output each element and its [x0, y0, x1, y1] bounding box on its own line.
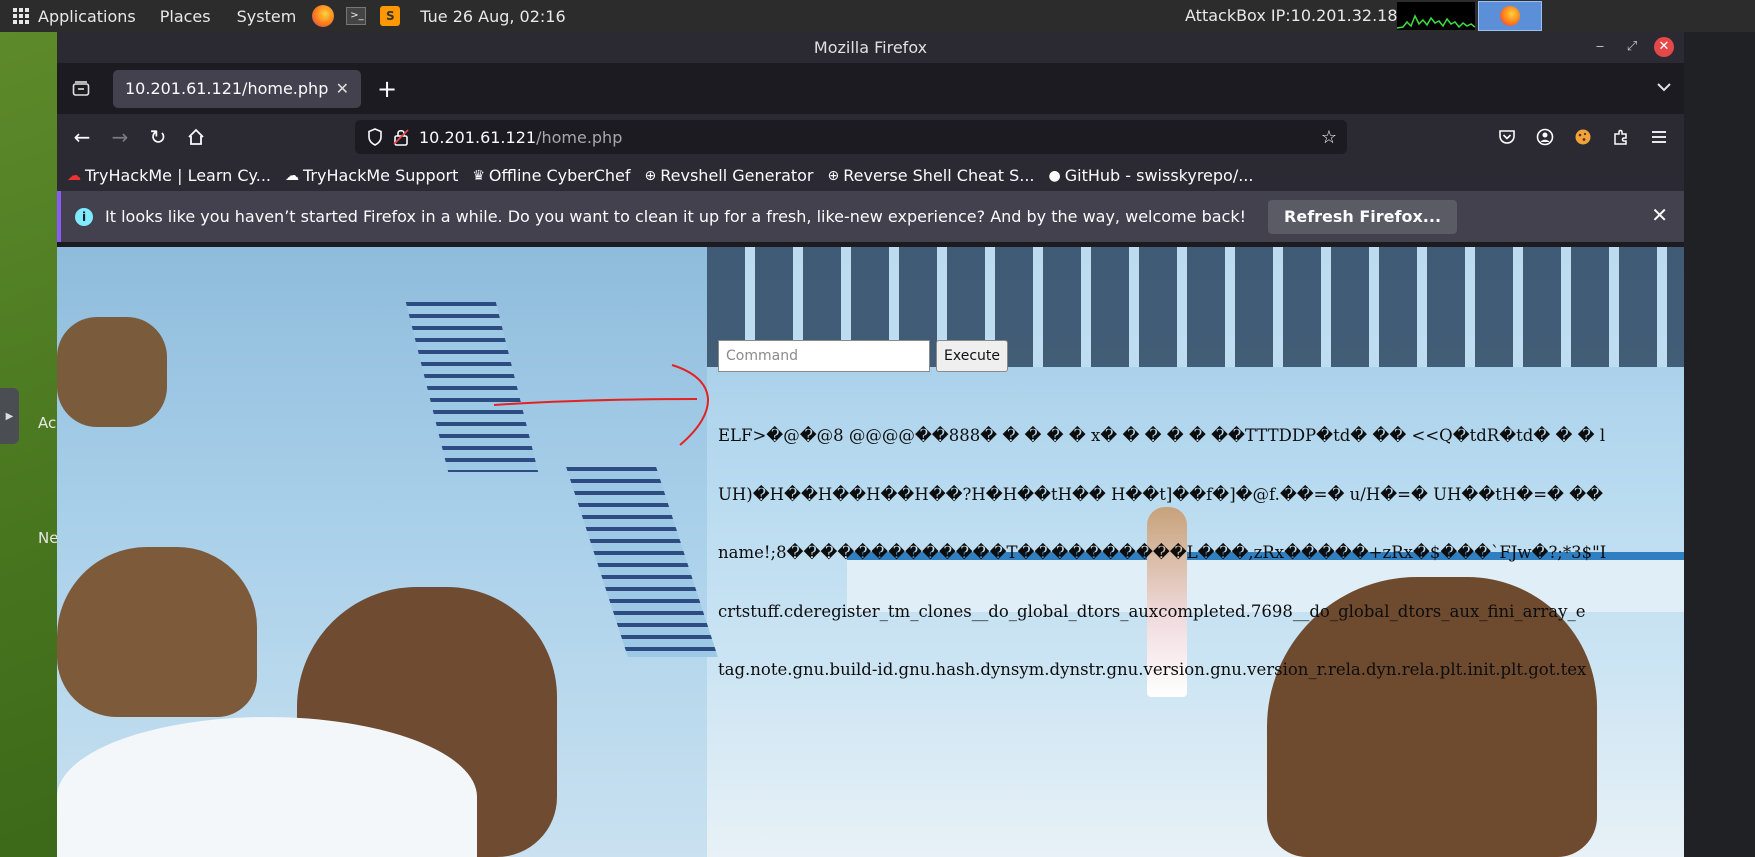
bookmark-revshell[interactable]: ⊕ Revshell Generator	[645, 166, 814, 185]
puzzle-icon	[1614, 129, 1627, 145]
arrow-right-icon: →	[111, 125, 129, 149]
reload-icon: ↻	[149, 125, 167, 149]
bookmark-label: TryHackMe Support	[303, 166, 459, 185]
desktop-icon-label: Ne	[38, 529, 59, 547]
tab-home-php[interactable]: 10.201.61.121/home.php ✕	[113, 69, 361, 108]
back-button[interactable]: ←	[63, 118, 101, 156]
new-tab-button[interactable]: +	[377, 75, 397, 103]
bookmark-tryhackme[interactable]: ☁ TryHackMe | Learn Cy...	[67, 166, 271, 185]
output-line: tag.note.gnu.build-id.gnu.hash.dynsym.dy…	[718, 660, 1587, 679]
firefox-window: Mozilla Firefox ‒ ⤢ ✕ 10.201.61.121/home…	[57, 32, 1684, 857]
pocket-button[interactable]	[1488, 118, 1526, 156]
app-grid-icon	[13, 8, 29, 24]
tab-close-icon[interactable]: ✕	[336, 79, 349, 98]
refresh-firefox-button[interactable]: Refresh Firefox...	[1268, 199, 1458, 234]
globe-icon: ⊕	[827, 167, 840, 184]
background-squirrel	[57, 547, 257, 717]
bookmark-cyberchef[interactable]: ♛ Offline CyberChef	[472, 166, 630, 185]
sublime-launcher[interactable]: S	[380, 6, 401, 26]
close-window-button[interactable]: ✕	[1654, 37, 1674, 57]
refresh-notification-bar: i It looks like you haven’t started Fire…	[57, 191, 1684, 242]
annotation-arrow-icon	[493, 364, 709, 446]
support-icon: ☁	[285, 167, 299, 184]
close-notification-icon[interactable]: ✕	[1651, 203, 1668, 227]
shield-icon[interactable]	[367, 128, 383, 146]
bookmark-github[interactable]: ● GitHub - swisskyrepo/...	[1049, 166, 1254, 185]
taskbar-firefox-button[interactable]	[1478, 1, 1542, 31]
page-content: Execute ELF>�@�@8 @@@@��888� � � � � x� …	[57, 247, 1684, 857]
system-menu[interactable]: System	[237, 7, 297, 26]
firefox-launcher[interactable]	[312, 5, 335, 27]
minimize-button[interactable]: ‒	[1590, 37, 1610, 57]
top-panel: Applications Places System >_ S Tue 26 A…	[0, 0, 1755, 32]
window-title: Mozilla Firefox	[813, 38, 928, 57]
terminal-launcher[interactable]: >_	[346, 7, 367, 25]
home-icon	[188, 128, 204, 145]
insecure-lock-icon[interactable]	[393, 128, 409, 146]
applications-menu[interactable]: Applications	[13, 7, 136, 26]
sublime-icon: S	[380, 6, 401, 26]
globe-icon: ⊕	[644, 167, 657, 184]
firefox-icon	[312, 5, 335, 27]
side-panel-handle[interactable]: ▶	[0, 388, 19, 444]
url-bar[interactable]: 10.201.61.121/home.php ☆	[355, 120, 1347, 154]
extension-cookie-button[interactable]	[1564, 118, 1602, 156]
bookmark-label: GitHub - swisskyrepo/...	[1064, 166, 1254, 185]
bookmark-label: Offline CyberChef	[488, 166, 631, 185]
command-output: ELF>�@�@8 @@@@��888� � � � � x� � � � � …	[718, 387, 1684, 719]
bookmarks-toolbar: ☁ TryHackMe | Learn Cy... ☁ TryHackMe Supp…	[57, 160, 1684, 191]
command-input[interactable]	[718, 340, 930, 372]
forward-button[interactable]: →	[101, 118, 139, 156]
applications-label: Applications	[38, 6, 136, 26]
output-line: ELF>�@�@8 @@@@��888� � � � � x� � � � � …	[718, 426, 1606, 445]
home-button[interactable]	[177, 118, 215, 156]
firefox-icon	[1500, 6, 1520, 26]
reload-button[interactable]: ↻	[139, 118, 177, 156]
account-button[interactable]	[1526, 118, 1564, 156]
bookmark-star-icon[interactable]: ☆	[1321, 127, 1337, 148]
bookmark-reverse-shell-cheat[interactable]: ⊕ Reverse Shell Cheat S...	[828, 166, 1035, 185]
thm-icon: ☁	[67, 167, 81, 184]
clock[interactable]: Tue 26 Aug, 02:16	[420, 7, 565, 26]
places-menu[interactable]: Places	[160, 7, 211, 26]
bookmark-label: TryHackMe | Learn Cy...	[85, 166, 271, 185]
cookie-icon	[1575, 129, 1591, 145]
tab-bar: 10.201.61.121/home.php ✕ +	[57, 63, 1684, 114]
network-graph-icon	[1397, 14, 1475, 29]
desktop-icon-label: Ac	[38, 414, 57, 432]
output-line: UH)�H��H��H��H��?H�H��tH�� H��t]��f�]�@f…	[718, 484, 1604, 504]
info-icon: i	[75, 207, 93, 226]
chevron-down-icon	[1657, 83, 1671, 92]
attackbox-ip: AttackBox IP:10.201.32.183	[1185, 6, 1408, 25]
background-jar	[57, 317, 167, 427]
window-titlebar[interactable]: Mozilla Firefox ‒ ⤢ ✕	[57, 32, 1684, 63]
extensions-button[interactable]	[1602, 118, 1640, 156]
tab-title: 10.201.61.121/home.php	[125, 79, 329, 98]
nav-bar: ← → ↻ 10.201.61.121/home.php ☆	[57, 114, 1684, 160]
url-path: /home.php	[536, 127, 623, 147]
desktop-right-panel	[1683, 32, 1755, 857]
bookmark-label: Reverse Shell Cheat S...	[843, 166, 1035, 185]
firefox-view-icon	[72, 80, 90, 96]
execute-button[interactable]: Execute	[936, 340, 1008, 372]
pocket-icon	[1499, 130, 1515, 144]
bookmark-label: Revshell Generator	[660, 166, 814, 185]
terminal-icon: >_	[346, 7, 367, 25]
maximize-button[interactable]: ⤢	[1622, 37, 1642, 57]
output-line: name!;8�������������T����������L���,zRx�…	[718, 543, 1607, 562]
notification-message: It looks like you haven’t started Firefo…	[105, 207, 1247, 226]
output-line: crtstuff.cderegister_tm_clones__do_globa…	[718, 601, 1586, 621]
hamburger-icon	[1652, 131, 1666, 143]
firefox-view-button[interactable]	[61, 69, 101, 109]
arrow-left-icon: ←	[73, 125, 91, 149]
github-icon: ●	[1048, 167, 1061, 184]
menu-button[interactable]	[1640, 118, 1678, 156]
network-graph	[1397, 2, 1475, 30]
account-icon	[1536, 128, 1554, 146]
list-all-tabs-button[interactable]	[1656, 77, 1672, 96]
bookmark-thm-support[interactable]: ☁ TryHackMe Support	[285, 166, 458, 185]
chef-icon: ♛	[472, 167, 485, 184]
command-form: Execute	[718, 340, 1008, 372]
url-host: 10.201.61.121	[419, 127, 537, 147]
